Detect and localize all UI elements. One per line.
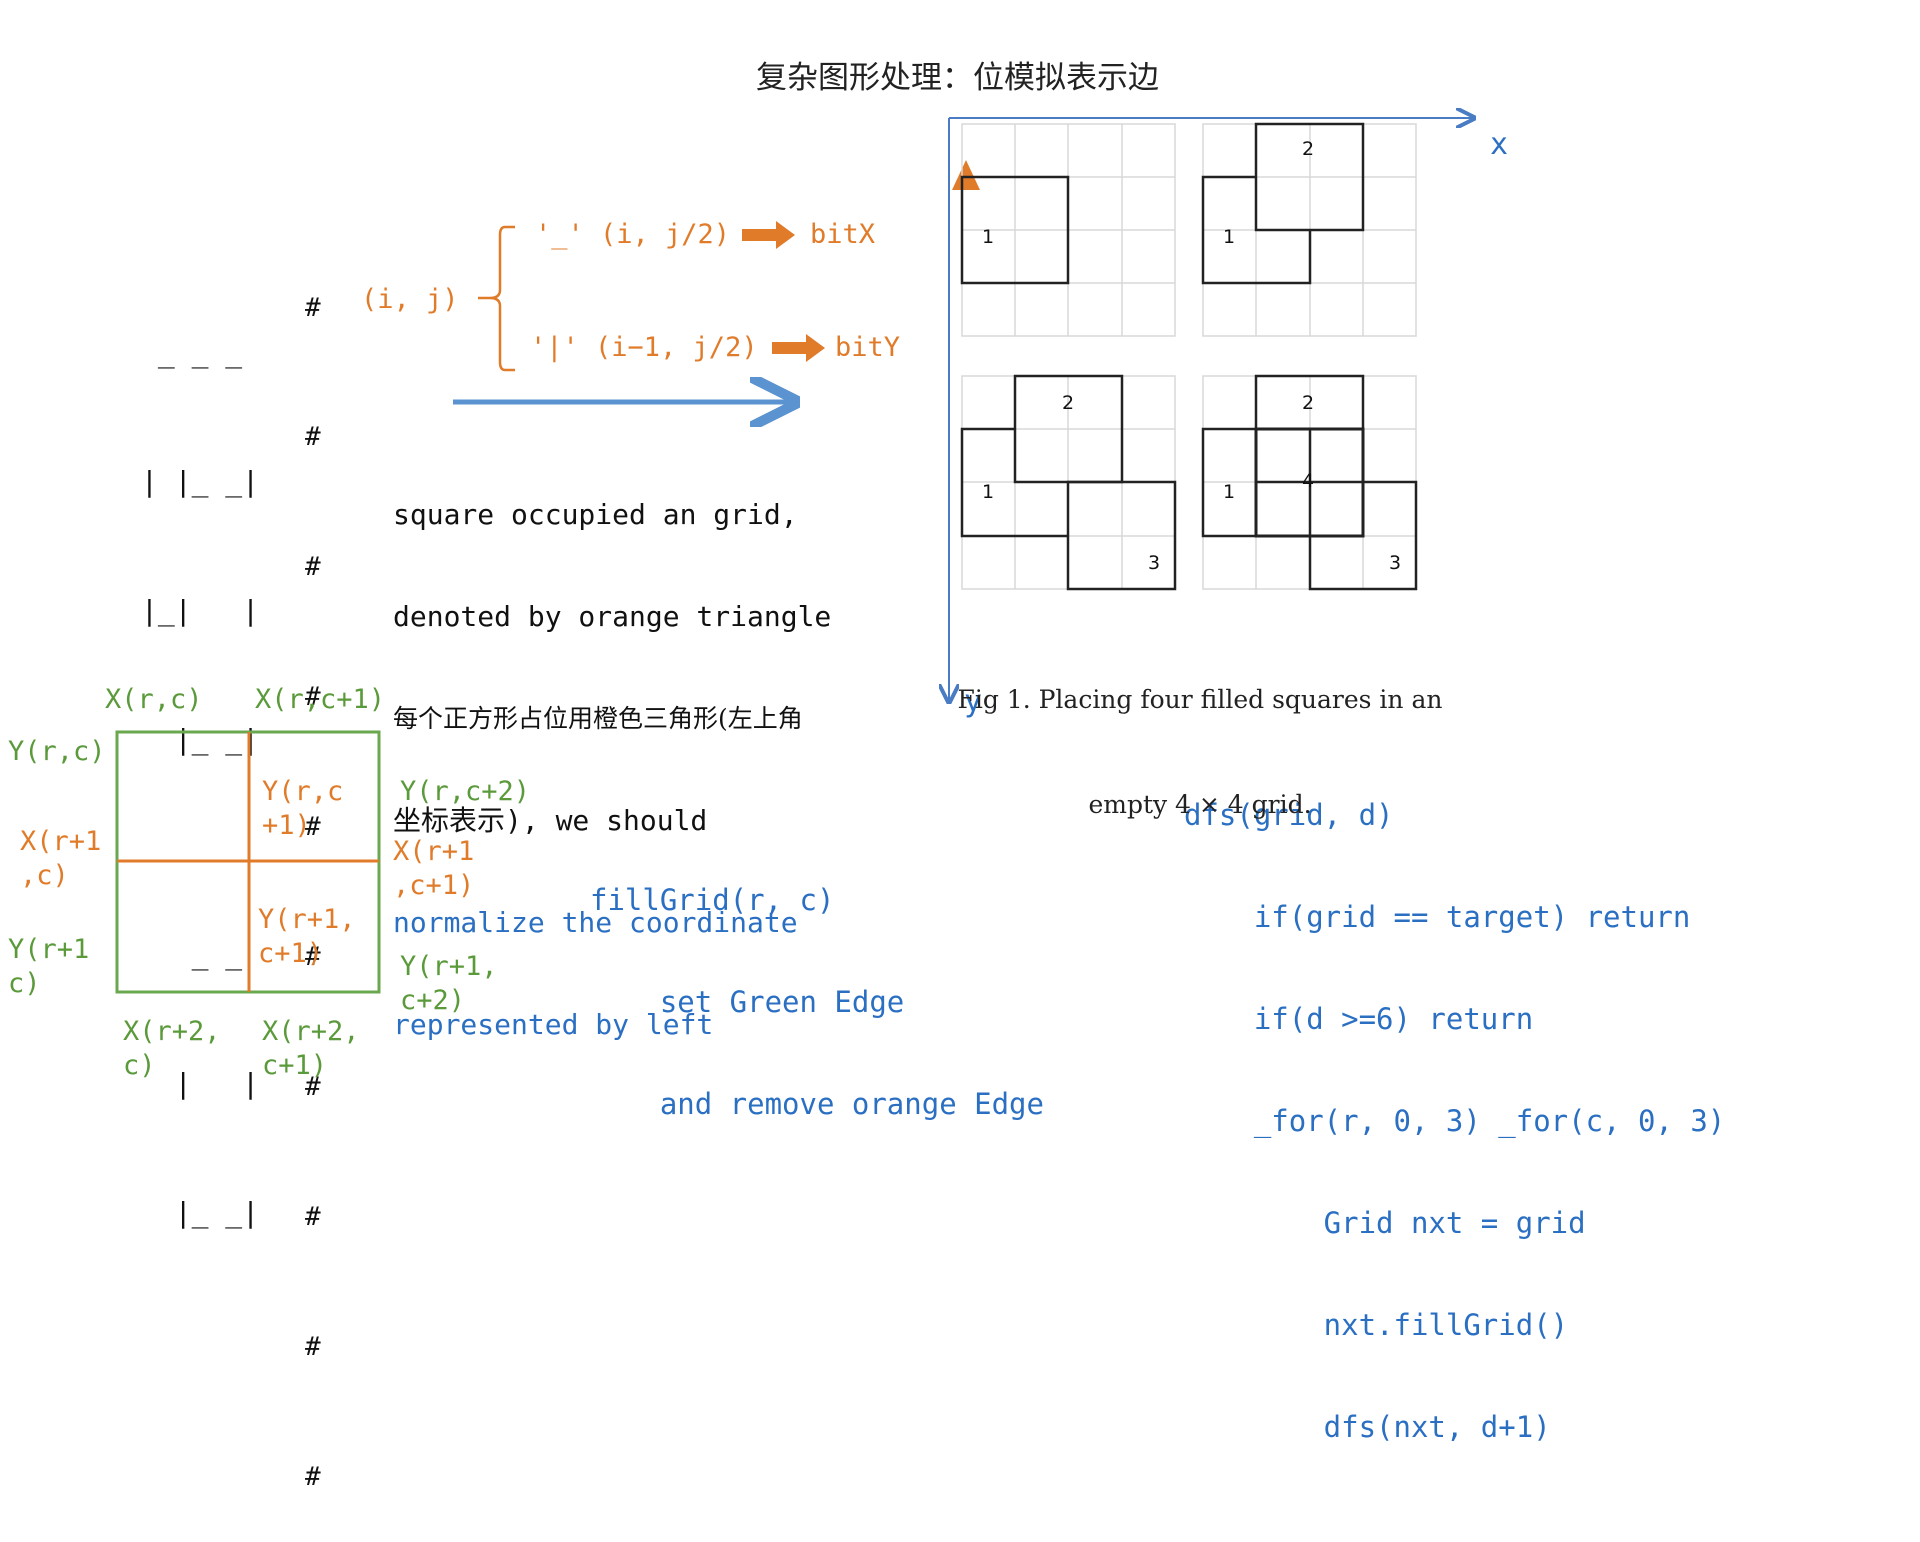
square-number-4: 4 [1302, 470, 1315, 492]
square-number-1: 1 [1223, 226, 1236, 248]
code-line: Grid nxt = grid [1184, 1206, 1586, 1240]
square-number-3: 3 [1389, 552, 1402, 574]
code-line: _for(r, 0, 3) _for(c, 0, 3) [1184, 1104, 1726, 1138]
diagram-canvas [115, 0, 1920, 994]
orange-bracket [478, 225, 515, 372]
square-number-2: 2 [1062, 392, 1075, 414]
cell-diagram [115, 730, 381, 994]
bitx-arrow-icon [742, 221, 795, 249]
code-line: dfs(nxt, d+1) [1184, 1410, 1551, 1444]
square-number-1: 1 [982, 226, 995, 248]
square-number-2: 2 [1302, 138, 1315, 160]
code-line: and remove orange Edge [590, 1087, 1044, 1121]
hash-mark: # [305, 1201, 321, 1232]
square-number-1: 1 [1223, 481, 1236, 503]
hash-mark: # [305, 1461, 321, 1492]
hash-mark: # [305, 1331, 321, 1362]
square-number-2: 2 [1302, 392, 1315, 414]
bity-arrow-icon [772, 334, 825, 362]
code-line: nxt.fillGrid() [1184, 1308, 1569, 1342]
ascii-line: |_ _| [141, 1196, 260, 1229]
orange-triangle-icon [952, 160, 980, 190]
square-number-1: 1 [982, 481, 995, 503]
square-number-3: 3 [1148, 552, 1161, 574]
